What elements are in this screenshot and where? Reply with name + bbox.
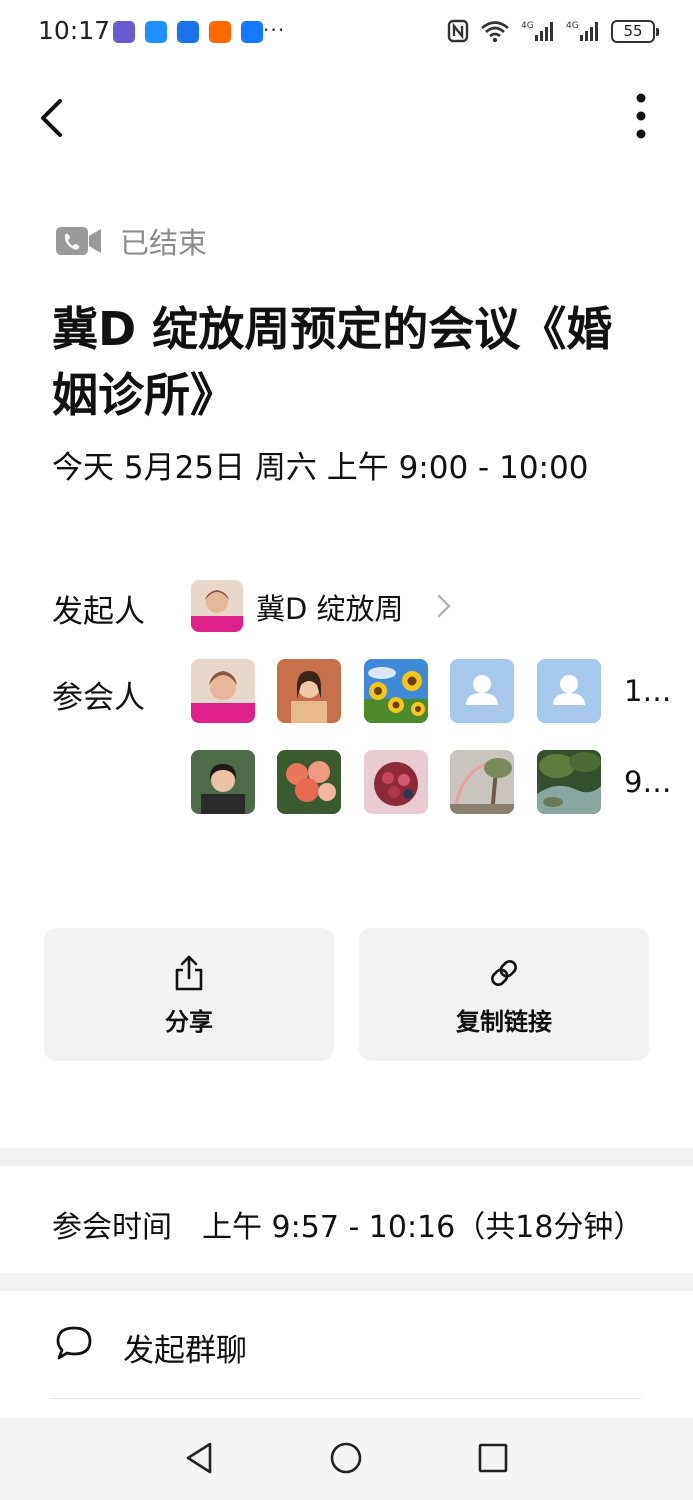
participants-more-count[interactable]: 1…	[624, 674, 671, 708]
notify-app-1-icon	[113, 21, 135, 43]
start-group-chat-button[interactable]: 发起群聊	[0, 1292, 693, 1398]
nav-home-button[interactable]	[326, 1438, 366, 1478]
nav-recents-button[interactable]	[473, 1438, 513, 1478]
meeting-title: 冀D 绽放周预定的会议《婚姻诊所》	[52, 302, 613, 422]
svg-text:4G: 4G	[521, 21, 534, 31]
share-button[interactable]: 分享	[44, 928, 334, 1061]
notify-app-2-icon	[145, 21, 167, 43]
more-notifications: ···	[263, 18, 286, 42]
status-time: 10:17	[38, 16, 111, 45]
svg-text:4G: 4G	[566, 21, 579, 31]
link-icon	[491, 960, 517, 986]
wifi-icon	[481, 21, 509, 43]
nfc-icon	[447, 19, 469, 43]
copy-link-button[interactable]: 复制链接	[359, 928, 649, 1061]
participant-avatar[interactable]	[450, 750, 514, 814]
participant-avatar[interactable]	[277, 750, 341, 814]
participant-avatar[interactable]	[277, 659, 341, 723]
battery-icon: 55	[611, 19, 659, 43]
participant-avatar[interactable]	[364, 659, 428, 723]
user-icon	[466, 675, 498, 705]
meeting-status: 已结束	[56, 220, 207, 262]
top-bar	[0, 80, 693, 156]
participant-avatar[interactable]	[537, 750, 601, 814]
attendance-value: 上午 9:57 - 10:16（共18分钟）	[202, 1210, 644, 1245]
notification-icons	[113, 21, 263, 43]
signal-2-icon: 4G	[566, 21, 598, 41]
user-icon	[553, 675, 585, 705]
host-avatar[interactable]	[191, 580, 243, 632]
meeting-datetime: 今天 5月25日 周六 上午 9:00 - 10:00	[52, 450, 589, 486]
status-bar: 10:17 ··· 4G 4G 55	[0, 0, 693, 66]
notify-app-4-icon	[209, 21, 231, 43]
share-label: 分享	[165, 1008, 213, 1036]
section-divider	[0, 1273, 693, 1291]
chat-bubble-icon	[56, 1326, 92, 1360]
host-avatar-image	[191, 580, 243, 632]
more-vertical-icon	[636, 93, 646, 139]
participant-avatar[interactable]	[191, 750, 255, 814]
participants-label: 参会人	[52, 680, 145, 716]
participant-avatar[interactable]	[364, 750, 428, 814]
chevron-right-icon	[437, 594, 451, 618]
video-call-icon	[56, 227, 101, 255]
attendance-label: 参会时间	[52, 1210, 172, 1245]
meeting-status-text: 已结束	[120, 226, 208, 260]
notify-app-3-icon	[177, 21, 199, 43]
attendance-row: 参会时间 上午 9:57 - 10:16（共18分钟）	[52, 1202, 643, 1246]
participant-avatar-placeholder[interactable]	[450, 659, 514, 723]
nav-back-button[interactable]	[181, 1438, 221, 1478]
section-divider	[0, 1148, 693, 1166]
start-group-chat-label: 发起群聊	[123, 1333, 247, 1369]
alipay-icon	[241, 21, 263, 43]
host-label: 发起人	[52, 594, 145, 630]
system-nav-bar	[0, 1418, 693, 1500]
back-button[interactable]	[32, 94, 76, 142]
triangle-back-icon	[186, 1442, 212, 1474]
circle-home-icon	[330, 1442, 362, 1474]
list-divider	[50, 1398, 641, 1399]
copy-link-label: 复制链接	[456, 1008, 552, 1036]
more-options-button[interactable]	[620, 92, 664, 144]
participant-avatar[interactable]	[191, 659, 255, 723]
battery-level: 55	[623, 22, 643, 40]
host-name[interactable]: 冀D 绽放周	[256, 586, 404, 628]
chevron-left-icon	[41, 99, 62, 137]
participants-more-count[interactable]: 9…	[624, 765, 671, 799]
participant-avatar-placeholder[interactable]	[537, 659, 601, 723]
share-icon	[175, 955, 203, 991]
system-icons: 4G 4G 55	[447, 19, 659, 43]
square-recents-icon	[478, 1443, 508, 1473]
signal-1-icon: 4G	[521, 21, 553, 41]
